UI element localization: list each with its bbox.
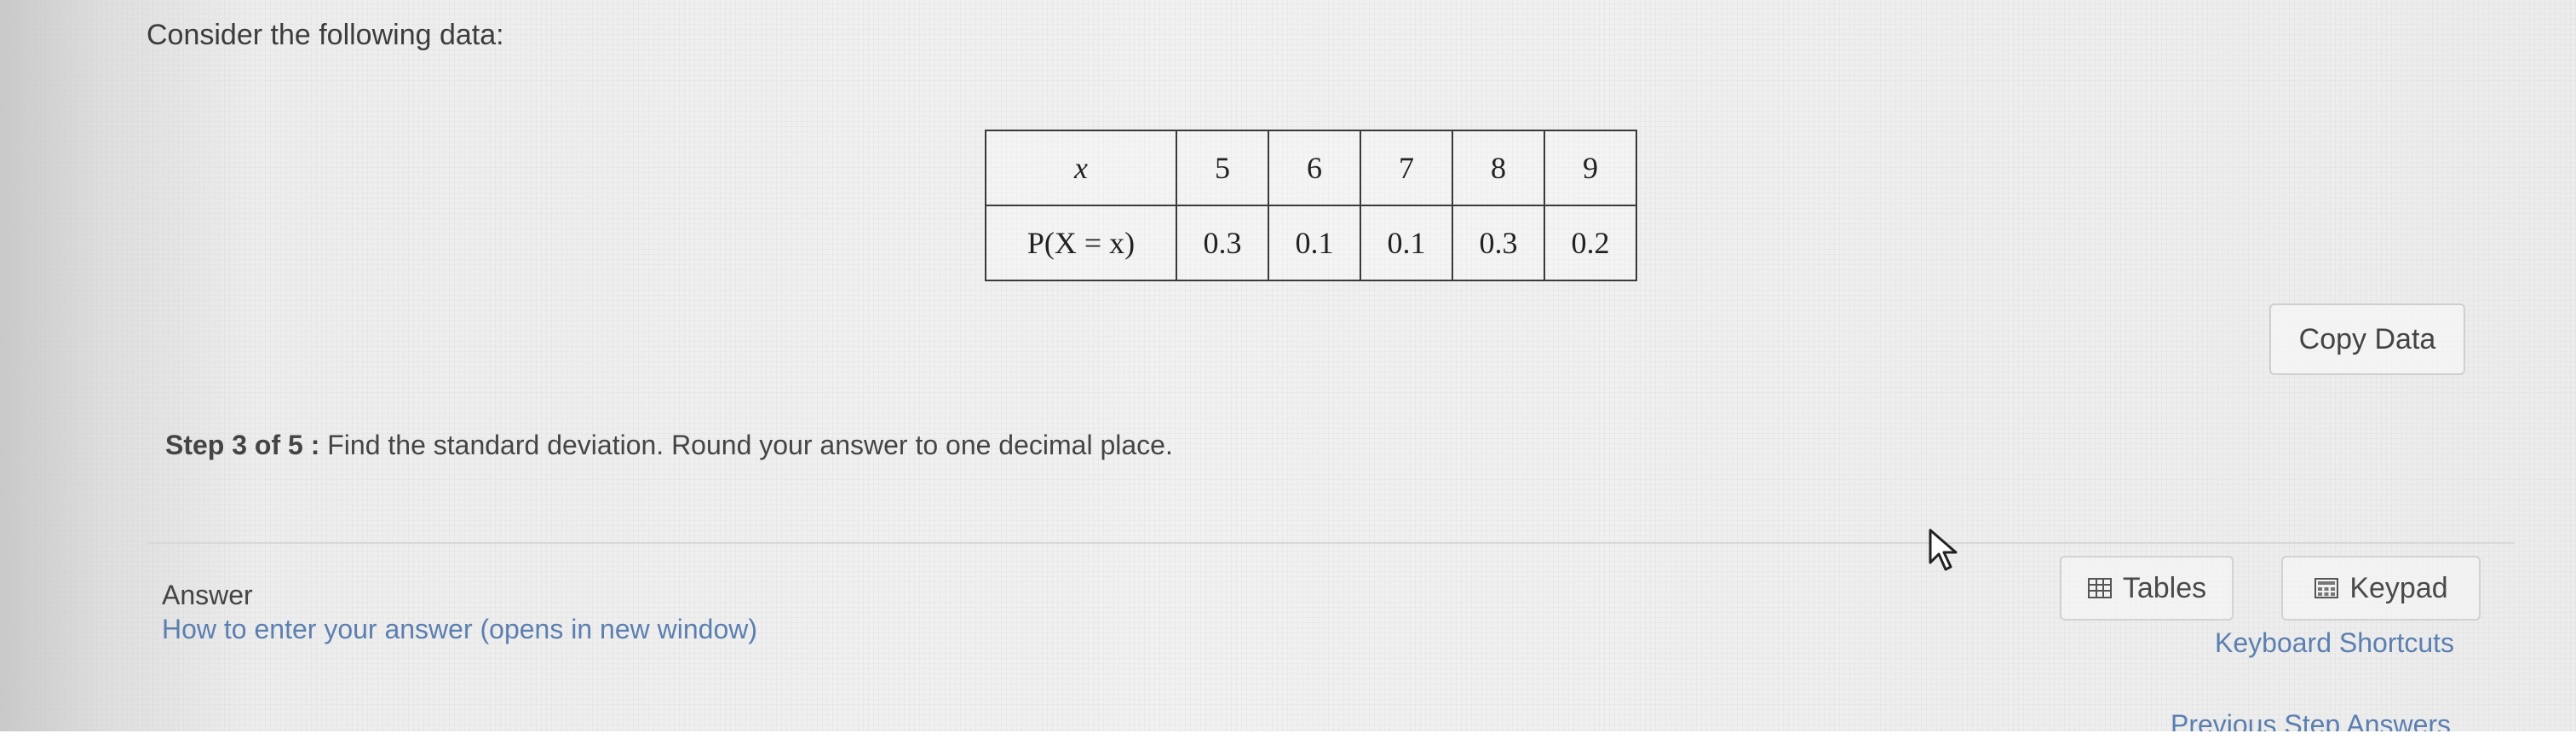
- answer-heading: Answer: [162, 580, 253, 610]
- table-cell: 0.1: [1360, 205, 1453, 281]
- question-prompt: Consider the following data:: [147, 19, 504, 51]
- keypad-button[interactable]: Keypad: [2281, 556, 2481, 621]
- keypad-icon: [2314, 578, 2339, 598]
- copy-data-button[interactable]: Copy Data: [2269, 303, 2465, 375]
- section-divider: [147, 542, 2515, 544]
- step-instruction: Step 3 of 5 : Find the standard deviatio…: [165, 430, 1173, 461]
- step-label: Step 3 of 5 :: [165, 430, 320, 460]
- table-row-x: x 5 6 7 8 9: [985, 130, 1637, 206]
- table-cell: 0.1: [1268, 205, 1361, 281]
- table-cell: 8: [1452, 130, 1545, 206]
- keyboard-shortcuts-link[interactable]: Keyboard Shortcuts: [2215, 627, 2454, 659]
- tables-label: Tables: [2122, 571, 2207, 604]
- table-row-p: P(X = x) 0.3 0.1 0.1 0.3 0.2: [985, 205, 1637, 281]
- table-cell: 7: [1360, 130, 1453, 206]
- table-cell: 0.2: [1544, 205, 1637, 281]
- table-cell: 5: [1176, 130, 1269, 206]
- row-header-x: x: [985, 130, 1177, 206]
- previous-step-answers-link[interactable]: Previous Step Answers: [2171, 709, 2451, 733]
- page-bottom-edge: [0, 731, 2576, 745]
- step-text: Find the standard deviation. Round your …: [327, 430, 1173, 460]
- table-cell: 0.3: [1176, 205, 1269, 281]
- table-cell: 6: [1268, 130, 1361, 206]
- mouse-cursor-icon: [1929, 528, 1958, 571]
- table-cell: 0.3: [1452, 205, 1545, 281]
- answer-help-link[interactable]: How to enter your answer (opens in new w…: [162, 614, 757, 645]
- row-header-p: P(X = x): [985, 205, 1177, 281]
- probability-table: x 5 6 7 8 9 P(X = x) 0.3 0.1 0.1 0.3 0.2: [985, 130, 1637, 281]
- keypad-label: Keypad: [2349, 571, 2448, 604]
- table-grid-icon: [2087, 578, 2112, 598]
- question-panel: Consider the following data: x 5 6 7 8 9…: [0, 0, 2576, 745]
- tables-button[interactable]: Tables: [2060, 556, 2234, 621]
- table-cell: 9: [1544, 130, 1637, 206]
